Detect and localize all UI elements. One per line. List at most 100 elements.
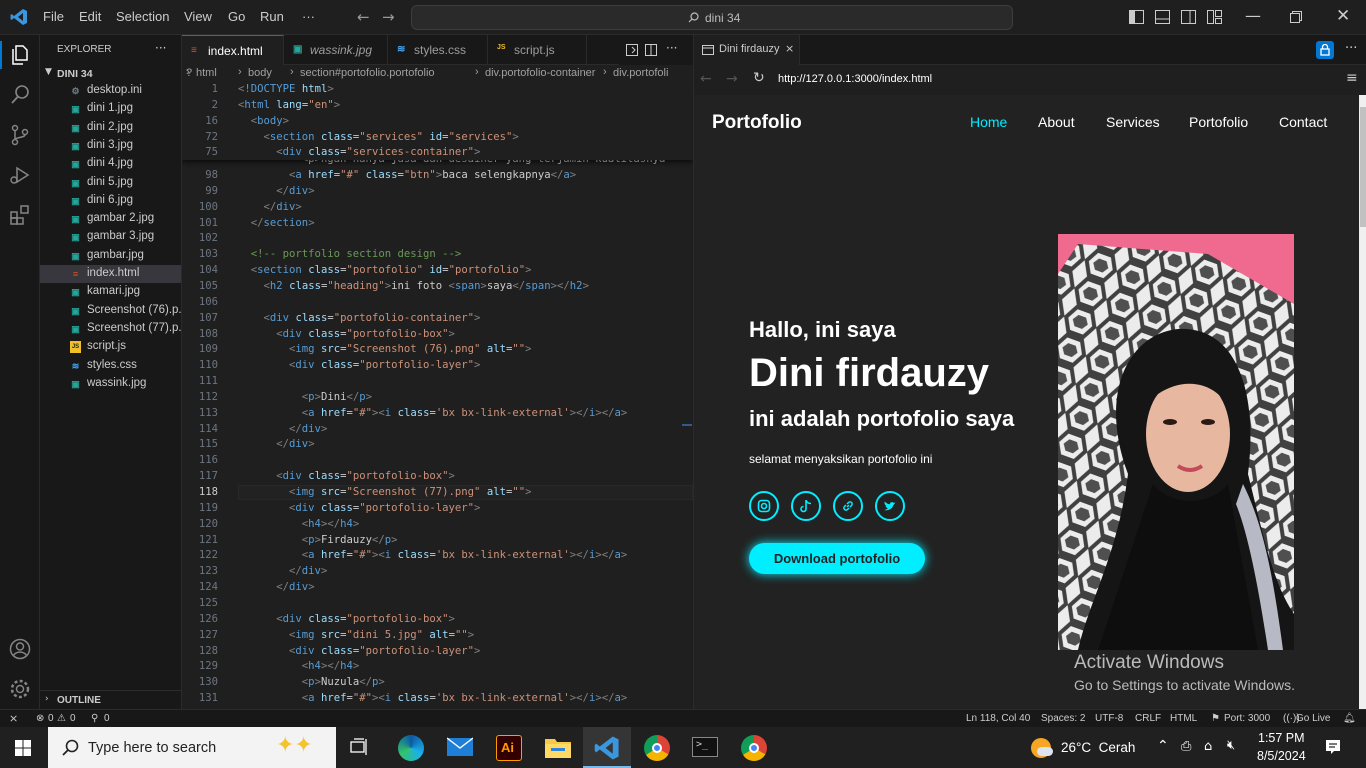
toggle-sidebar-icon[interactable] bbox=[1129, 10, 1144, 24]
code-line[interactable]: <h2 class="heading">ini foto <span>saya<… bbox=[238, 280, 589, 292]
code-editor[interactable]: 1 <!DOCTYPE html> 2 <html lang="en"> 16 <bod… bbox=[182, 82, 693, 709]
file-item[interactable]: ≋ styles.css bbox=[40, 357, 181, 375]
chrome-profile-icon[interactable] bbox=[741, 735, 767, 761]
errors-count[interactable]: 0 bbox=[48, 713, 54, 724]
customize-layout-icon[interactable] bbox=[1207, 10, 1222, 24]
code-line[interactable]: <div class="portofolio-layer"> bbox=[238, 359, 480, 371]
browser-back-icon[interactable]: ← bbox=[700, 71, 712, 87]
breadcrumb-item[interactable]: div.portofolio-container bbox=[485, 67, 595, 79]
outline-section[interactable]: › OUTLINE bbox=[40, 690, 181, 709]
nav-portofolio[interactable]: Portofolio bbox=[1189, 114, 1248, 130]
nav-about[interactable]: About bbox=[1038, 114, 1075, 130]
command-center[interactable]: dini 34 bbox=[411, 5, 1013, 30]
file-item[interactable]: ▣ gambar.jpg bbox=[40, 247, 181, 265]
tiktok-link[interactable] bbox=[791, 491, 821, 521]
code-line[interactable]: <img src="dini 5.jpg" alt=""> bbox=[238, 629, 474, 641]
link-link[interactable] bbox=[833, 491, 863, 521]
code-line[interactable]: <p>Dini</p> bbox=[238, 391, 372, 403]
code-line[interactable]: <h4></h4> bbox=[238, 660, 359, 672]
menu-file[interactable]: File bbox=[43, 9, 64, 24]
edge-icon[interactable] bbox=[398, 735, 424, 761]
lock-button[interactable] bbox=[1316, 41, 1334, 59]
file-item[interactable]: ▣ kamari.jpg bbox=[40, 283, 181, 301]
editor-tab[interactable]: JS script.js bbox=[488, 35, 587, 65]
forward-arrow-icon[interactable]: → bbox=[382, 8, 395, 26]
remote-button[interactable]: ⨯ bbox=[0, 710, 28, 728]
file-item[interactable]: ▣ dini 1.jpg bbox=[40, 100, 181, 118]
sticky-code-line[interactable]: <body> bbox=[238, 115, 289, 127]
file-item[interactable]: ▣ gambar 3.jpg bbox=[40, 228, 181, 246]
restore-icon[interactable] bbox=[1290, 11, 1302, 23]
code-line[interactable]: <a href="#"><i class='bx bx-link-externa… bbox=[238, 692, 627, 704]
code-line[interactable]: <a href="#"><i class='bx bx-link-externa… bbox=[238, 407, 627, 419]
close-tab-icon[interactable]: × bbox=[785, 42, 794, 55]
toggle-panel-icon[interactable] bbox=[1155, 10, 1170, 24]
notifications-bell-icon[interactable]: 🔔︎ bbox=[1343, 713, 1356, 724]
back-arrow-icon[interactable]: ← bbox=[357, 8, 370, 26]
run-debug-icon[interactable] bbox=[8, 163, 32, 187]
warnings-count[interactable]: 0 bbox=[70, 713, 76, 724]
tray-meet-icon[interactable]: ⎙ bbox=[1181, 739, 1191, 754]
sticky-code-line[interactable]: <html lang="en"> bbox=[238, 99, 340, 111]
file-item[interactable]: ▣ dini 5.jpg bbox=[40, 174, 181, 192]
code-line[interactable]: </div> bbox=[238, 438, 314, 450]
explorer-icon[interactable] bbox=[8, 43, 32, 67]
url-input[interactable]: http://127.0.0.1:3000/index.html bbox=[778, 73, 932, 85]
code-line[interactable]: <div class="portofolio-box"> bbox=[238, 613, 455, 625]
code-line[interactable]: <div class="portofolio-box"> bbox=[238, 328, 455, 340]
manage-gear-icon[interactable] bbox=[8, 677, 32, 701]
code-line[interactable]: <p>Nuzula</p> bbox=[238, 676, 385, 688]
taskbar-search[interactable]: Type here to search ✦✦ bbox=[48, 727, 336, 768]
folder-header[interactable]: ▼ DINI 34 bbox=[40, 66, 181, 82]
clock-date[interactable]: 8/5/2024 bbox=[1257, 749, 1306, 763]
ports-count[interactable]: 0 bbox=[104, 713, 110, 724]
vscode-taskbar-button[interactable] bbox=[583, 727, 631, 768]
extensions-icon[interactable] bbox=[8, 203, 32, 227]
explorer-more-icon[interactable]: ··· bbox=[155, 41, 166, 55]
preview-scrollbar[interactable] bbox=[1359, 95, 1366, 709]
breadcrumb-item[interactable]: body bbox=[248, 67, 272, 79]
file-item[interactable]: ▣ dini 6.jpg bbox=[40, 192, 181, 210]
code-line[interactable]: <a href="#"><i class='bx bx-link-externa… bbox=[238, 549, 627, 561]
errors-icon[interactable]: ⊗ bbox=[36, 713, 44, 724]
code-line[interactable]: </div> bbox=[238, 581, 314, 593]
indentation[interactable]: Spaces: 2 bbox=[1041, 713, 1085, 724]
editor-tab[interactable]: ≡ index.html bbox=[182, 35, 284, 65]
file-item[interactable]: ▣ gambar 2.jpg bbox=[40, 210, 181, 228]
notification-center-icon[interactable] bbox=[1325, 739, 1341, 755]
clock-time[interactable]: 1:57 PM bbox=[1258, 731, 1305, 745]
sticky-code-line[interactable]: <section class="services" id="services"> bbox=[238, 131, 519, 143]
sticky-code-line[interactable]: <!DOCTYPE html> bbox=[238, 83, 334, 95]
cursor-position[interactable]: Ln 118, Col 40 bbox=[966, 713, 1030, 724]
file-item[interactable]: ⚙ desktop.ini bbox=[40, 82, 181, 100]
file-explorer-icon[interactable] bbox=[545, 736, 571, 758]
breadcrumb-item[interactable]: html bbox=[196, 67, 217, 79]
more-actions-icon[interactable]: ··· bbox=[666, 41, 677, 55]
file-item[interactable]: ▣ Screenshot (77).p... bbox=[40, 320, 181, 338]
code-line[interactable]: <h4></h4> bbox=[238, 518, 359, 530]
minimize-icon[interactable]: — bbox=[1245, 6, 1261, 25]
ports-icon[interactable]: ⚲ bbox=[91, 713, 98, 724]
chrome-icon[interactable] bbox=[644, 735, 670, 761]
browser-forward-icon[interactable]: → bbox=[726, 71, 738, 87]
file-item[interactable]: ≡ index.html bbox=[40, 265, 181, 283]
search-view-icon[interactable] bbox=[8, 83, 32, 107]
menu-run[interactable]: Run bbox=[260, 9, 284, 24]
mail-icon[interactable] bbox=[447, 737, 473, 757]
code-line[interactable]: </div> bbox=[238, 565, 327, 577]
code-line[interactable]: </div> bbox=[238, 423, 327, 435]
port-status[interactable]: Port: 3000 bbox=[1224, 713, 1270, 724]
split-editor-icon[interactable] bbox=[645, 44, 657, 56]
twitter-link[interactable] bbox=[875, 491, 905, 521]
code-line[interactable]: <!-- portfolio section design --> bbox=[238, 248, 461, 260]
code-line[interactable]: </section> bbox=[238, 217, 315, 229]
file-item[interactable]: ▣ Screenshot (76).p... bbox=[40, 302, 181, 320]
menu-edit[interactable]: Edit bbox=[79, 9, 101, 24]
task-view-icon[interactable] bbox=[350, 738, 370, 756]
browser-tab[interactable]: Dini firdauzy × bbox=[694, 35, 800, 65]
instagram-link[interactable] bbox=[749, 491, 779, 521]
browser-menu-icon[interactable]: ≡ bbox=[1346, 70, 1358, 86]
weather-text[interactable]: 26°C Cerah bbox=[1061, 740, 1135, 755]
code-line[interactable]: <div class="portofolio-container"> bbox=[238, 312, 481, 324]
code-line[interactable]: <div class="portofolio-layer"> bbox=[238, 502, 480, 514]
